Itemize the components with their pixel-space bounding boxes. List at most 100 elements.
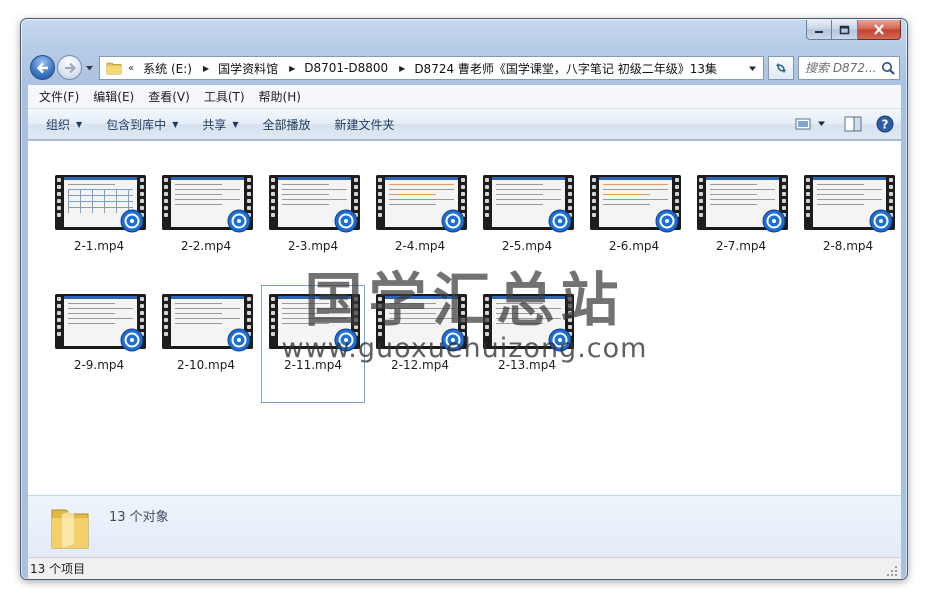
breadcrumb-separator-icon[interactable]: ▶ (203, 64, 209, 73)
media-player-badge-icon (227, 209, 251, 233)
preview-pane-icon (844, 116, 862, 132)
file-item[interactable]: 2-7.mp4 (689, 166, 793, 284)
close-button[interactable] (858, 20, 901, 40)
organize-button[interactable]: 组织 ▼ (34, 116, 94, 133)
command-bar-right: ? (785, 113, 897, 135)
file-item[interactable]: 2-4.mp4 (368, 166, 472, 284)
minimize-button[interactable] (806, 20, 832, 40)
file-item[interactable]: 2-1.mp4 (47, 166, 151, 284)
menu-tools[interactable]: 工具(T) (197, 88, 252, 105)
breadcrumb-label: D8724 曹老师《国学课堂，八字笔记 初级二年级》13集 (414, 61, 717, 76)
file-item[interactable]: 2-2.mp4 (154, 166, 258, 284)
view-icon (795, 118, 811, 130)
media-player-badge-icon (227, 328, 251, 352)
breadcrumb-separator-icon[interactable]: ▶ (289, 64, 295, 73)
file-item[interactable]: 2-10.mp4 (154, 285, 258, 403)
new-folder-label: 新建文件夹 (334, 117, 395, 132)
media-player-badge-icon (120, 328, 144, 352)
view-options-dropdown[interactable] (815, 113, 827, 135)
refresh-icon (776, 63, 786, 73)
include-in-library-button[interactable]: 包含到库中 ▼ (94, 116, 190, 133)
file-name: 2-7.mp4 (715, 239, 767, 253)
chevron-down-icon: ▼ (172, 119, 179, 129)
back-arrow-icon (36, 62, 48, 74)
file-name: 2-10.mp4 (177, 358, 235, 372)
breadcrumb-label: 国学资料馆 (218, 61, 279, 76)
forward-arrow-icon (65, 62, 77, 74)
forward-button[interactable] (57, 55, 82, 80)
breadcrumb-item-drive[interactable]: 系统 (E:) ▶ (142, 60, 217, 77)
menu-edit[interactable]: 编辑(E) (86, 88, 141, 105)
media-player-badge-icon (441, 209, 465, 233)
search-box[interactable] (798, 56, 900, 80)
media-player-badge-icon (334, 209, 358, 233)
breadcrumb-item-library[interactable]: 国学资料馆 ▶ (217, 60, 303, 77)
media-player-badge-icon (762, 209, 786, 233)
caption-buttons (806, 20, 901, 40)
file-name: 2-11.mp4 (284, 358, 342, 372)
address-overflow-chevron[interactable]: « (128, 63, 134, 74)
organize-label: 组织 (46, 117, 71, 132)
menu-help[interactable]: 帮助(H) (252, 88, 308, 105)
file-name: 2-8.mp4 (822, 239, 874, 253)
include-library-label: 包含到库中 (106, 117, 167, 132)
maximize-button[interactable] (832, 20, 858, 40)
file-item[interactable]: 2-13.mp4 (475, 285, 579, 403)
file-item[interactable]: 2-6.mp4 (582, 166, 686, 284)
change-view-button[interactable] (791, 113, 815, 135)
maximize-icon (839, 25, 850, 34)
file-name: 2-4.mp4 (394, 239, 446, 253)
minimize-icon (815, 30, 823, 33)
play-all-label: 全部播放 (262, 117, 311, 132)
address-history-dropdown-icon[interactable] (748, 65, 757, 73)
status-text: 13 个项目 (30, 562, 86, 576)
resize-grip-icon[interactable] (886, 565, 898, 577)
chevron-down-icon: ▼ (76, 119, 83, 129)
help-icon: ? (876, 115, 894, 133)
file-item[interactable]: 2-3.mp4 (261, 166, 365, 284)
media-player-badge-icon (441, 328, 465, 352)
share-button[interactable]: 共享 ▼ (190, 116, 250, 133)
file-name: 2-6.mp4 (608, 239, 660, 253)
file-item[interactable]: 2-11.mp4 (261, 285, 365, 403)
file-name: 2-12.mp4 (391, 358, 449, 372)
breadcrumb-item-current[interactable]: D8724 曹老师《国学课堂，八字笔记 初级二年级》13集 (413, 60, 718, 77)
new-folder-button[interactable]: 新建文件夹 (323, 116, 407, 133)
help-button[interactable]: ? (873, 113, 897, 135)
preview-pane-button[interactable] (841, 113, 865, 135)
menu-view[interactable]: 查看(V) (141, 88, 197, 105)
file-name: 2-5.mp4 (501, 239, 553, 253)
media-player-badge-icon (548, 209, 572, 233)
address-row: « 系统 (E:) ▶ 国学资料馆 ▶ D8701-D8800 ▶ D8724 … (27, 53, 900, 83)
breadcrumb-separator-icon[interactable]: ▶ (399, 64, 405, 73)
details-pane: 13 个对象 (28, 495, 901, 557)
media-player-badge-icon (869, 209, 893, 233)
file-name: 2-2.mp4 (180, 239, 232, 253)
media-player-badge-icon (548, 328, 572, 352)
menu-file[interactable]: 文件(F) (32, 88, 86, 105)
play-all-button[interactable]: 全部播放 (251, 116, 323, 133)
folder-icon (106, 62, 122, 75)
file-list[interactable]: 2-1.mp4 2-2.mp4 2-3.mp4 2-4.mp4 2-5.mp4 2-6.m… (28, 141, 901, 495)
file-item[interactable]: 2-12.mp4 (368, 285, 472, 403)
media-player-badge-icon (334, 328, 358, 352)
status-bar: 13 个项目 (28, 557, 901, 579)
breadcrumb-item-range[interactable]: D8701-D8800 ▶ (303, 61, 413, 75)
breadcrumb-label: D8701-D8800 (304, 61, 389, 75)
address-bar[interactable]: « 系统 (E:) ▶ 国学资料馆 ▶ D8701-D8800 ▶ D8724 … (99, 56, 764, 80)
search-input[interactable] (805, 61, 883, 75)
folder-icon (51, 509, 89, 549)
file-item[interactable]: 2-8.mp4 (796, 166, 900, 284)
menu-bar: 文件(F) 编辑(E) 查看(V) 工具(T) 帮助(H) (28, 85, 901, 109)
svg-text:?: ? (882, 118, 889, 132)
refresh-button[interactable] (768, 56, 794, 80)
file-name: 2-3.mp4 (287, 239, 339, 253)
close-icon (874, 24, 884, 35)
back-button[interactable] (30, 55, 55, 80)
file-name: 2-1.mp4 (73, 239, 125, 253)
item-count-detail: 13 个对象 (109, 510, 169, 525)
recent-pages-dropdown-icon[interactable] (85, 64, 94, 73)
file-item[interactable]: 2-9.mp4 (47, 285, 151, 403)
file-item[interactable]: 2-5.mp4 (475, 166, 579, 284)
search-icon[interactable] (881, 61, 895, 75)
